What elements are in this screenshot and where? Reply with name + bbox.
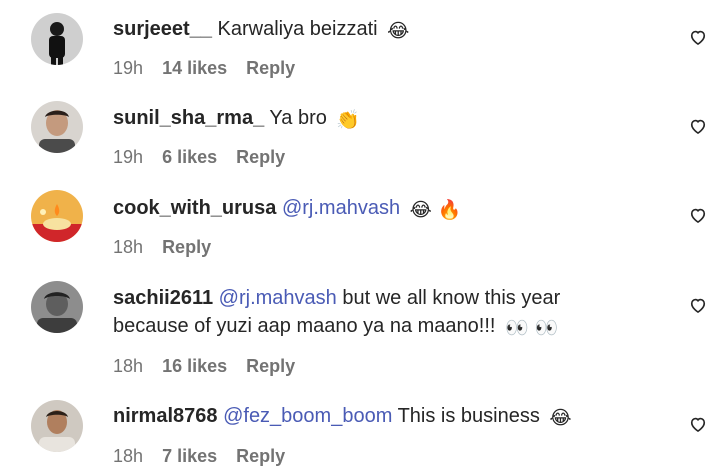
comment-text: sunil_sha_rma_ Ya bro 👏 — [113, 104, 360, 132]
comment-body: This is business — [397, 405, 540, 427]
avatar[interactable] — [31, 400, 83, 452]
reply-button[interactable]: Reply — [236, 446, 285, 466]
heart-outline-icon[interactable] — [688, 116, 708, 136]
avatar[interactable] — [31, 101, 83, 153]
comment-username[interactable]: nirmal8768 — [113, 405, 218, 427]
heart-outline-icon[interactable] — [688, 414, 708, 434]
comment-username[interactable]: cook_with_urusa — [113, 197, 276, 219]
comment-timestamp: 19h — [113, 58, 144, 78]
eyes-emoji-icon: 👀 👀 — [505, 317, 559, 339]
comment-likes[interactable]: 7 likes — [162, 446, 217, 466]
comment-likes[interactable]: 14 likes — [162, 58, 227, 78]
mention-link[interactable]: @rj.mahvash — [282, 197, 400, 219]
comment-likes[interactable]: 16 likes — [162, 356, 227, 376]
laughing-emoji-icon: 😂 — [549, 407, 572, 429]
comment-timestamp: 18h — [113, 446, 144, 466]
laughing-emoji-icon: 😂 — [387, 20, 410, 42]
avatar[interactable] — [31, 13, 83, 65]
heart-outline-icon[interactable] — [688, 295, 708, 315]
comment-body: but we all know this year — [342, 287, 561, 309]
comment-timestamp: 19h — [113, 147, 144, 167]
comment-body: Karwaliya beizzati — [217, 18, 378, 40]
comment-meta: 19h 6 likes Reply — [113, 145, 299, 169]
comment-text: nirmal8768 @fez_boom_boom This is busine… — [113, 402, 572, 430]
heart-outline-icon[interactable] — [688, 205, 708, 225]
comment-meta: 19h 14 likes Reply — [113, 56, 309, 80]
heart-outline-icon[interactable] — [688, 27, 708, 47]
comment-text: sachii2611 @rj.mahvash but we all know t… — [113, 284, 560, 312]
avatar[interactable] — [31, 281, 83, 333]
mention-link[interactable]: @rj.mahvash — [219, 287, 337, 309]
avatar[interactable] — [31, 190, 83, 242]
reply-button[interactable]: Reply — [162, 237, 211, 257]
comment-timestamp: 18h — [113, 237, 144, 257]
reply-button[interactable]: Reply — [246, 58, 295, 78]
comment-text-continued: because of yuzi aap maano ya na maano!!!… — [113, 312, 558, 340]
comment-likes[interactable]: 6 likes — [162, 147, 217, 167]
comment-text: surjeeet__ Karwaliya beizzati 😂 — [113, 15, 409, 43]
comment-text: cook_with_urusa @rj.mahvash 😂 🔥 — [113, 194, 462, 222]
comment-timestamp: 18h — [113, 356, 144, 376]
comment-meta: 18h Reply — [113, 235, 225, 259]
comment-username[interactable]: sachii2611 — [113, 287, 213, 309]
comment-body: because of yuzi aap maano ya na maano!!! — [113, 315, 496, 337]
mention-link[interactable]: @fez_boom_boom — [223, 405, 392, 427]
comment-meta: 18h 7 likes Reply — [113, 444, 299, 468]
laughing-fire-emoji-icon: 😂 🔥 — [409, 199, 462, 221]
clapping-emoji-icon: 👏 — [336, 109, 361, 131]
comment-username[interactable]: surjeeet__ — [113, 18, 212, 40]
comment-body: Ya bro — [269, 107, 327, 129]
reply-button[interactable]: Reply — [236, 147, 285, 167]
comment-meta: 18h 16 likes Reply — [113, 354, 309, 378]
reply-button[interactable]: Reply — [246, 356, 295, 376]
comment-username[interactable]: sunil_sha_rma_ — [113, 107, 264, 129]
